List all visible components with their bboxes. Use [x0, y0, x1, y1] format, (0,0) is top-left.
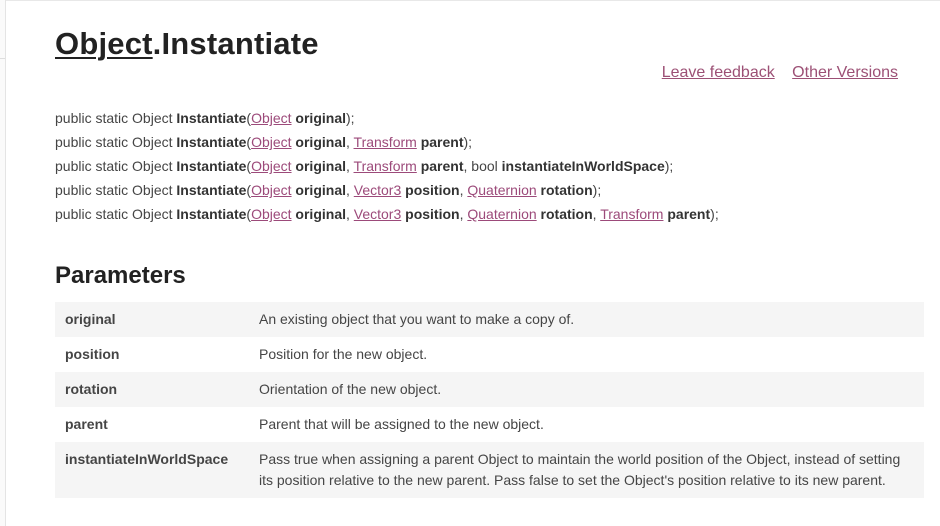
parameter-description: Position for the new object. [249, 337, 924, 372]
parameter-description: Pass true when assigning a parent Object… [249, 442, 924, 498]
method-name: Instantiate [176, 158, 247, 174]
method-name: Instantiate [176, 182, 247, 198]
parameters-table: original An existing object that you want… [55, 302, 924, 498]
parameter-name: rotation [55, 372, 249, 407]
param-name: position [401, 206, 460, 222]
parameter-name: parent [55, 407, 249, 442]
param-name: original [291, 134, 346, 150]
type-link[interactable]: Object [251, 158, 291, 174]
param-name: position [401, 182, 460, 198]
header-links: Leave feedback Other Versions [649, 64, 898, 82]
parameter-row: original An existing object that you want… [55, 302, 924, 337]
type-link[interactable]: Vector3 [354, 182, 401, 198]
param-name: instantiateInWorldSpace [501, 158, 665, 174]
method-name: Instantiate [176, 134, 247, 150]
parameter-description: An existing object that you want to make… [249, 302, 924, 337]
top-border [0, 0, 940, 1]
method-name: Instantiate [176, 110, 247, 126]
param-name: original [291, 206, 346, 222]
param-name: original [291, 182, 346, 198]
signature-line: public static Object Instantiate(Object … [55, 182, 602, 198]
title-method: .Instantiate [152, 26, 319, 61]
type-link[interactable]: Object [251, 134, 291, 150]
signature-line: public static Object Instantiate(Object … [55, 206, 719, 222]
type-link[interactable]: Object [251, 206, 291, 222]
signature-prefix: public static Object [55, 110, 177, 126]
param-name: original [291, 110, 346, 126]
param-name: parent [663, 206, 711, 222]
parameter-name: instantiateInWorldSpace [55, 442, 249, 498]
signature-line: public static Object Instantiate(Object … [55, 158, 674, 174]
signature-prefix: public static Object [55, 158, 177, 174]
signature-text: , [346, 134, 354, 150]
param-name: parent [416, 158, 464, 174]
param-name: rotation [536, 206, 593, 222]
sidebar-edge [0, 0, 6, 526]
signature-prefix: public static Object [55, 182, 177, 198]
leave-feedback-link[interactable]: Leave feedback [662, 64, 775, 81]
param-name: rotation [536, 182, 593, 198]
signature-text: , [346, 158, 354, 174]
parameters-heading: Parameters [55, 262, 186, 289]
signature-prefix: public static Object [55, 206, 177, 222]
type-link[interactable]: Quaternion [467, 182, 536, 198]
signature-text: , [346, 206, 354, 222]
type-link[interactable]: Quaternion [467, 206, 536, 222]
signature-text: , [346, 182, 354, 198]
signature-prefix: public static Object [55, 134, 177, 150]
method-name: Instantiate [176, 206, 247, 222]
type-link[interactable]: Transform [600, 206, 663, 222]
type-link[interactable]: Transform [354, 158, 417, 174]
type-link[interactable]: Object [251, 110, 291, 126]
parameter-name: original [55, 302, 249, 337]
signature-line: public static Object Instantiate(Object … [55, 110, 355, 126]
other-versions-link[interactable]: Other Versions [792, 64, 898, 81]
param-name: original [291, 158, 346, 174]
parameter-row: instantiateInWorldSpace Pass true when as… [55, 442, 924, 498]
param-name: parent [416, 134, 464, 150]
parameter-description: Orientation of the new object. [249, 372, 924, 407]
parameter-name: position [55, 337, 249, 372]
sidebar-divider [0, 58, 5, 59]
parameter-row: position Position for the new object. [55, 337, 924, 372]
parameter-description: Parent that will be assigned to the new … [249, 407, 924, 442]
title-object-link[interactable]: Object [55, 26, 153, 61]
signatures: public static Object Instantiate(Object … [55, 106, 719, 226]
parameter-row: parent Parent that will be assigned to th… [55, 407, 924, 442]
type-link[interactable]: Object [251, 182, 291, 198]
signature-line: public static Object Instantiate(Object … [55, 134, 473, 150]
signature-text: , bool [463, 158, 502, 174]
type-link[interactable]: Vector3 [354, 206, 401, 222]
page-title: Object.Instantiate [55, 24, 319, 64]
type-link[interactable]: Transform [354, 134, 417, 150]
parameter-row: rotation Orientation of the new object. [55, 372, 924, 407]
